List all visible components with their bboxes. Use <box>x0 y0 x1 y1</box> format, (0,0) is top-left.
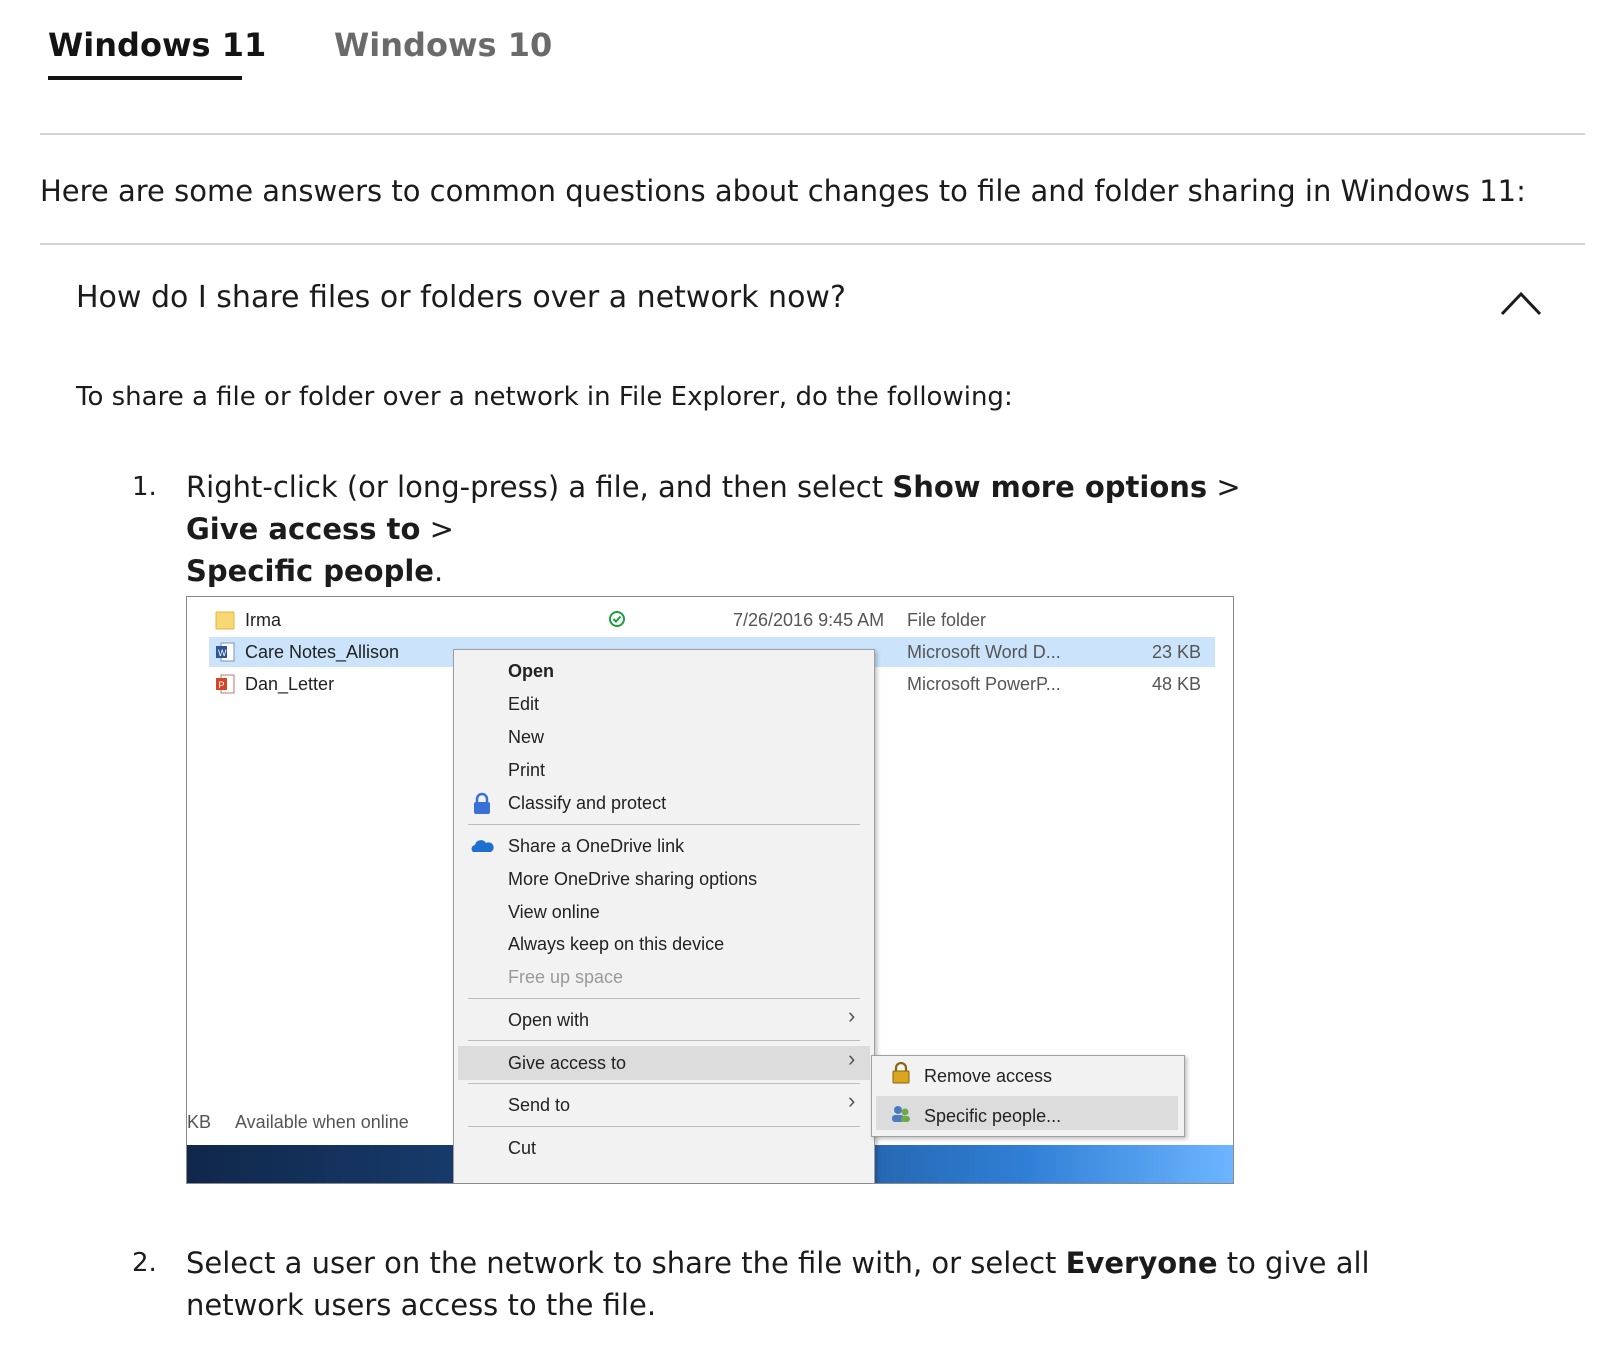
chevron-right-icon: › <box>848 1088 856 1113</box>
folder-icon <box>215 611 235 630</box>
menu-separator <box>468 1126 860 1127</box>
menu-item-share-onedrive-link[interactable]: Share a OneDrive link <box>508 831 684 861</box>
menu-separator <box>468 824 860 825</box>
menu-item-send-to[interactable]: Send to <box>508 1090 570 1120</box>
faq-question[interactable]: How do I share files or folders over a n… <box>76 280 846 315</box>
menu-item-give-access-to[interactable]: Give access to <box>508 1048 626 1078</box>
file-explorer-screenshot: Irma 7/26/2016 9:45 AM File folder W Car… <box>186 596 1234 1184</box>
file-row: Irma 7/26/2016 9:45 AM File folder <box>209 605 1215 635</box>
menu-item-free-up-space[interactable]: Free up space <box>508 962 623 992</box>
chevron-right-icon: › <box>848 1046 856 1071</box>
menu-item-open-with[interactable]: Open with <box>508 1005 589 1035</box>
give-access-submenu: Remove access Specific people... <box>871 1055 1185 1137</box>
menu-item-classify[interactable]: Classify and protect <box>508 788 666 818</box>
divider <box>40 243 1585 245</box>
synced-check-icon <box>609 611 625 627</box>
menu-separator <box>468 1040 860 1041</box>
step-number: 1. <box>132 472 157 502</box>
svg-text:W: W <box>218 648 227 658</box>
svg-text:P: P <box>219 680 225 690</box>
tab-windows-10[interactable]: Windows 10 <box>334 26 552 64</box>
step-1-text: Right-click (or long-press) a file, and … <box>186 470 1241 588</box>
chevron-right-icon: › <box>848 1003 856 1028</box>
menu-item-more-onedrive-sharing[interactable]: More OneDrive sharing options <box>508 864 757 894</box>
step-2-text: Select a user on the network to share th… <box>186 1246 1370 1322</box>
menu-item-new[interactable]: New <box>508 722 544 752</box>
menu-item-print[interactable]: Print <box>508 755 545 785</box>
faq-answer-intro: To share a file or folder over a network… <box>76 382 1013 412</box>
context-menu: Open Edit New Print Classify and protect… <box>453 649 875 1183</box>
chevron-up-icon[interactable] <box>1500 290 1542 316</box>
submenu-item-remove-access[interactable]: Remove access <box>924 1060 1052 1092</box>
submenu-item-specific-people[interactable]: Specific people... <box>924 1100 1061 1132</box>
powerpoint-icon: P <box>216 674 235 694</box>
intro-text: Here are some answers to common question… <box>40 174 1526 208</box>
lock-shield-icon <box>474 792 490 814</box>
menu-item-cut[interactable]: Cut <box>508 1133 536 1163</box>
divider <box>40 133 1585 135</box>
menu-item-always-keep[interactable]: Always keep on this device <box>508 929 724 959</box>
tab-windows-11[interactable]: Windows 11 <box>48 26 266 64</box>
onedrive-cloud-icon <box>471 840 494 852</box>
people-icon <box>892 1106 910 1122</box>
menu-separator <box>468 1083 860 1084</box>
word-doc-icon: W <box>216 642 235 662</box>
active-tab-underline <box>48 76 242 80</box>
menu-item-view-online[interactable]: View online <box>508 897 600 927</box>
menu-item-edit[interactable]: Edit <box>508 689 539 719</box>
menu-item-open[interactable]: Open <box>508 656 554 686</box>
padlock-icon <box>892 1062 910 1084</box>
menu-separator <box>468 998 860 999</box>
step-number: 2. <box>132 1248 157 1278</box>
